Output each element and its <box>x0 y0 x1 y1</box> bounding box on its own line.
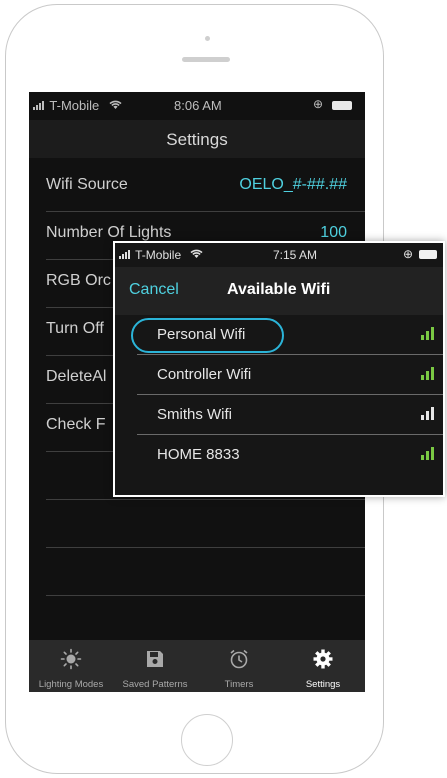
tab-timers[interactable]: Timers <box>197 640 281 692</box>
wifi-icon <box>109 99 122 113</box>
settings-row-wifi-source[interactable]: Wifi Source OELO_#-##.## <box>46 164 365 212</box>
rotation-lock-icon: ⊕ <box>313 97 324 111</box>
earpiece-speaker <box>182 57 230 62</box>
front-camera <box>205 36 210 41</box>
rotation-lock-icon: ⊕ <box>403 247 414 261</box>
tab-lighting-modes[interactable]: Lighting Modes <box>29 640 113 692</box>
wifi-network-item[interactable]: HOME 8833 <box>137 435 443 474</box>
tab-label: Saved Patterns <box>122 679 188 690</box>
popup-status-bar: T-Mobile 7:15 AM ⊕ <box>115 243 443 267</box>
network-name: Controller Wifi <box>157 366 252 383</box>
signal-bars-icon <box>119 250 130 259</box>
tab-label: Settings <box>305 679 341 690</box>
signal-strength-icon <box>421 407 434 420</box>
network-name: Smiths Wifi <box>157 406 232 423</box>
popup-title: Available Wifi <box>227 281 331 298</box>
wifi-network-item[interactable]: Controller Wifi <box>137 355 443 395</box>
signal-bars-icon <box>33 101 44 110</box>
network-name: HOME 8833 <box>157 446 240 463</box>
carrier-name: T-Mobile <box>135 248 182 262</box>
sun-icon <box>60 648 82 670</box>
wifi-network-item[interactable]: Smiths Wifi <box>137 395 443 435</box>
row-value: OELO_#-##.## <box>239 176 347 193</box>
home-button[interactable] <box>181 714 233 766</box>
available-wifi-popup: T-Mobile 7:15 AM ⊕ Cancel Available Wifi… <box>113 241 445 497</box>
carrier-status: T-Mobile <box>119 248 204 262</box>
battery-icon <box>332 101 352 110</box>
settings-row-empty <box>46 500 365 548</box>
row-label: Wifi Source <box>46 176 128 193</box>
row-label: Check F <box>46 416 106 433</box>
tab-label: Timers <box>224 679 254 690</box>
status-time: 8:06 AM <box>174 98 222 113</box>
carrier-name: T-Mobile <box>49 98 100 113</box>
row-value: 100 <box>320 224 347 241</box>
settings-row-empty <box>46 548 365 596</box>
carrier-status: T-Mobile <box>33 98 122 113</box>
cancel-button[interactable]: Cancel <box>129 281 179 299</box>
status-time: 7:15 AM <box>273 248 318 262</box>
nav-bar: Settings <box>29 120 365 158</box>
settings-row-empty <box>46 596 365 644</box>
save-icon <box>147 651 163 667</box>
row-label: RGB Orc <box>46 272 111 289</box>
row-label: Turn Off <box>46 320 104 337</box>
signal-strength-icon <box>421 447 434 460</box>
alarm-clock-icon <box>230 649 248 669</box>
popup-nav-bar: Cancel Available Wifi <box>115 267 443 315</box>
row-label: DeleteAl <box>46 368 107 385</box>
signal-strength-icon <box>421 367 434 380</box>
row-label: Number Of Lights <box>46 224 172 241</box>
tab-bar: Lighting Modes Saved Patterns Timers Set… <box>29 640 365 692</box>
tab-settings[interactable]: Settings <box>281 640 365 692</box>
page-title: Settings <box>166 130 228 149</box>
battery-icon <box>419 250 437 259</box>
status-bar: T-Mobile 8:06 AM ⊕ <box>29 92 365 120</box>
gear-icon <box>313 649 333 669</box>
selection-highlight-ring <box>131 318 284 353</box>
signal-strength-icon <box>421 327 434 340</box>
tab-label: Lighting Modes <box>38 679 104 690</box>
wifi-icon <box>190 248 204 262</box>
tab-saved-patterns[interactable]: Saved Patterns <box>113 640 197 692</box>
